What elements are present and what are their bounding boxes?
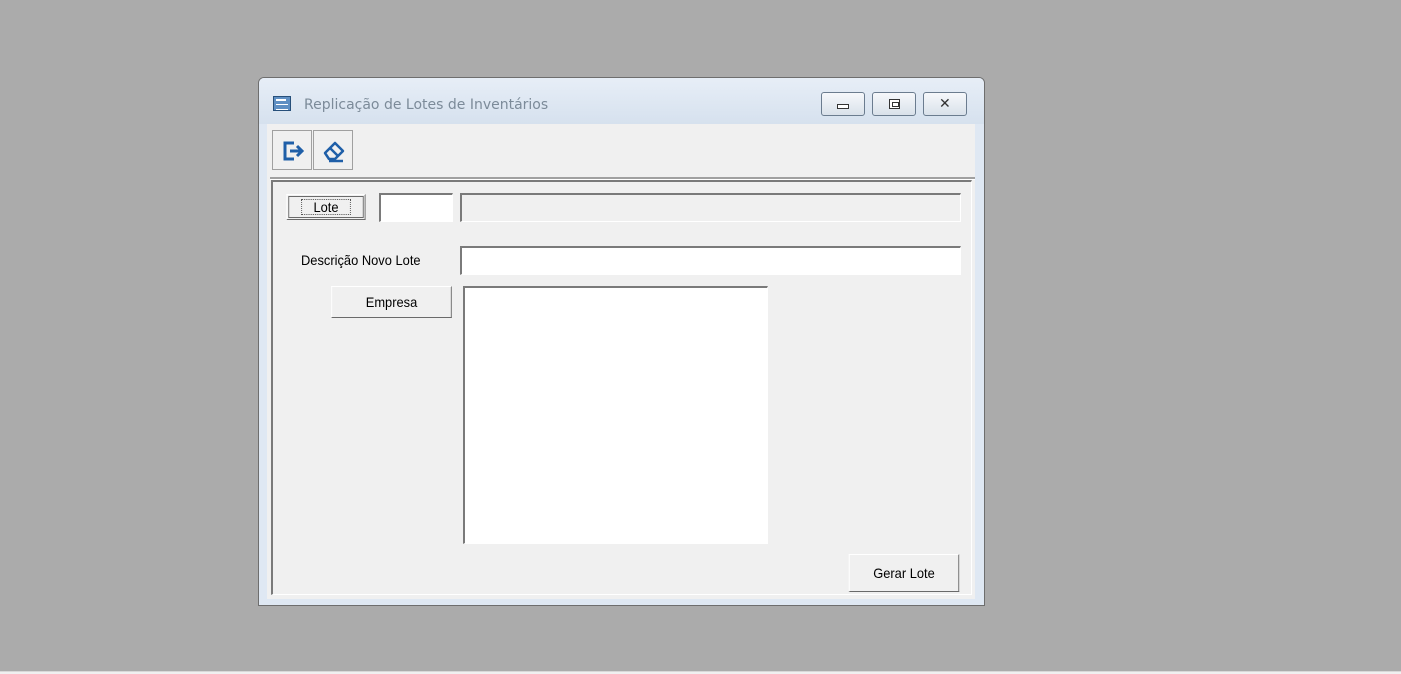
title-bar[interactable]: Replicação de Lotes de Inventários ✕	[259, 78, 984, 124]
window-client-area: Lote Descrição Novo Lote Empresa Gerar L…	[267, 124, 975, 599]
close-icon: ✕	[939, 96, 951, 112]
empresa-list[interactable]	[463, 286, 768, 544]
descricao-label: Descrição Novo Lote	[301, 252, 421, 268]
lote-code-input[interactable]	[379, 193, 453, 222]
app-window: Replicação de Lotes de Inventários ✕ Lot…	[258, 77, 985, 606]
eraser-icon	[323, 141, 345, 163]
descricao-input[interactable]	[460, 246, 961, 275]
clear-button[interactable]	[313, 130, 353, 170]
lote-button-label: Lote	[301, 199, 351, 215]
lote-description-field	[460, 193, 961, 222]
exit-button[interactable]	[272, 130, 312, 170]
maximize-icon	[889, 99, 900, 109]
gerar-lote-button[interactable]: Gerar Lote	[848, 554, 960, 592]
minimize-button[interactable]	[821, 92, 865, 116]
toolbar	[267, 124, 975, 180]
form-panel: Lote Descrição Novo Lote Empresa Gerar L…	[271, 180, 972, 595]
window-title: Replicação de Lotes de Inventários	[304, 97, 549, 113]
maximize-button[interactable]	[872, 92, 916, 116]
lote-button[interactable]: Lote	[286, 194, 366, 220]
close-button[interactable]: ✕	[923, 92, 967, 116]
exit-icon	[283, 141, 305, 161]
app-icon	[273, 96, 291, 111]
empresa-button[interactable]: Empresa	[331, 286, 452, 318]
minimize-icon	[837, 104, 849, 109]
